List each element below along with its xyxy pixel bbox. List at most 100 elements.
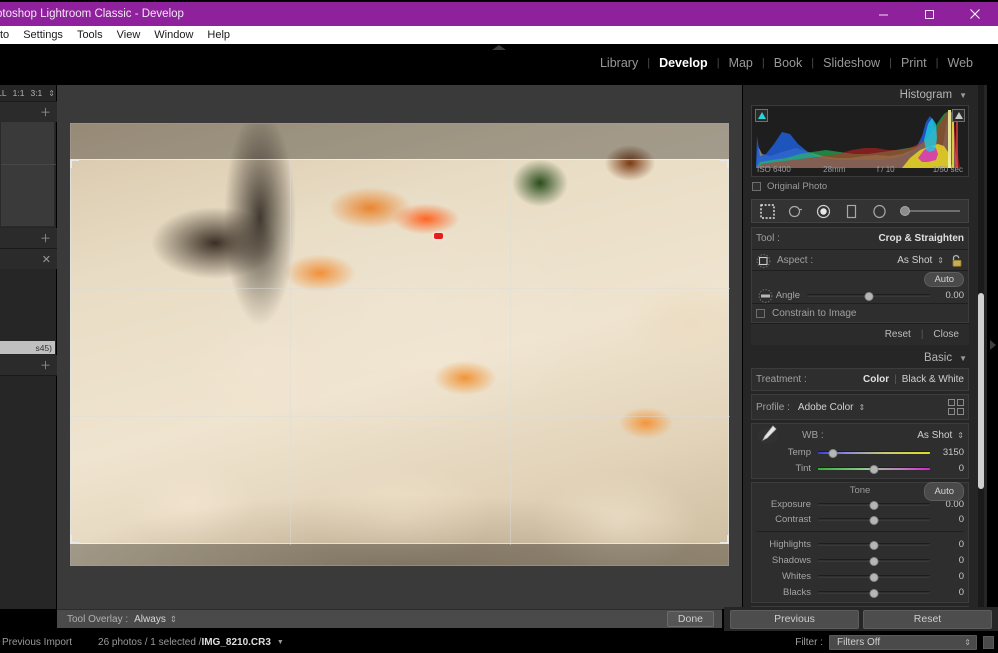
left-panel-header-snapshots[interactable]: ＋ — [0, 228, 57, 248]
crop-rectangle[interactable] — [70, 159, 730, 545]
chevron-down-icon[interactable]: ▼ — [959, 91, 967, 100]
crop-handle-top-left[interactable] — [70, 159, 72, 168]
reset-button[interactable]: Reset — [863, 609, 992, 629]
aspect-stepper-icon[interactable]: ⇕ — [937, 256, 944, 265]
status-source[interactable]: Previous Import — [0, 637, 72, 648]
whites-slider-knob[interactable] — [869, 572, 879, 582]
menu-item-view[interactable]: View — [110, 29, 148, 41]
temp-slider-knob[interactable] — [828, 448, 838, 458]
shadows-slider-knob[interactable] — [869, 556, 879, 566]
crop-frame-icon[interactable] — [756, 253, 771, 268]
crop-handle-bottom-left[interactable] — [70, 535, 72, 544]
minimize-button[interactable] — [860, 2, 906, 26]
tool-overlay-value[interactable]: Always — [134, 614, 166, 625]
left-panel-header-history[interactable]: ✕ — [0, 249, 57, 269]
zoom-stepper-icon[interactable]: ⇕ — [48, 89, 55, 98]
left-panel-header-presets[interactable]: ＋ — [0, 102, 57, 122]
module-print[interactable]: Print — [892, 56, 936, 70]
top-panel-toggle-arrow[interactable] — [492, 45, 506, 50]
wb-stepper-icon[interactable]: ⇕ — [957, 431, 964, 440]
clear-history-icon[interactable]: ✕ — [42, 253, 51, 266]
shadow-clipping-indicator[interactable] — [755, 109, 768, 122]
blacks-slider-track[interactable] — [818, 588, 930, 598]
tool-value[interactable]: Crop & Straighten — [878, 233, 964, 244]
wb-value[interactable]: As Shot — [917, 430, 952, 441]
filter-select[interactable]: Filters Off ⇕ — [829, 634, 977, 650]
previous-button[interactable]: Previous — [730, 609, 859, 629]
module-library[interactable]: Library — [591, 56, 647, 70]
menu-item-help[interactable]: Help — [200, 29, 237, 41]
image-canvas[interactable] — [57, 85, 742, 609]
exposure-slider-track[interactable] — [818, 500, 930, 510]
spot-removal-tool-icon[interactable] — [788, 204, 803, 219]
profile-value[interactable]: Adobe Color — [798, 402, 854, 413]
exposure-slider-knob[interactable] — [869, 500, 879, 510]
tint-slider-track[interactable] — [818, 464, 930, 474]
angle-slider-track[interactable] — [807, 291, 930, 301]
module-book[interactable]: Book — [765, 56, 812, 70]
crop-handle-top-right[interactable] — [727, 159, 729, 168]
crop-tool-icon[interactable] — [760, 203, 775, 219]
module-slideshow[interactable]: Slideshow — [814, 56, 889, 70]
add-preset-icon[interactable]: ＋ — [40, 104, 51, 120]
tool-overlay-stepper-icon[interactable]: ⇕ — [170, 614, 177, 625]
whites-slider-track[interactable] — [818, 572, 930, 582]
constrain-row[interactable]: Constrain to Image — [752, 303, 968, 322]
angle-auto-button[interactable]: Auto — [924, 271, 964, 287]
histogram-header[interactable]: Histogram ▼ — [743, 85, 977, 105]
menu-item-window[interactable]: Window — [147, 29, 200, 41]
graduated-filter-tool-icon[interactable] — [844, 204, 859, 219]
temp-slider-track[interactable] — [818, 448, 930, 458]
tint-slider-knob[interactable] — [869, 464, 879, 474]
left-panel-header-collections[interactable]: ＋ — [0, 355, 57, 375]
constrain-to-image-checkbox[interactable] — [756, 308, 765, 318]
profile-browser-icon[interactable] — [948, 399, 964, 415]
add-snapshot-icon[interactable]: ＋ — [40, 230, 51, 246]
straighten-tool-icon[interactable] — [758, 288, 773, 303]
filter-toggle-icon[interactable] — [983, 635, 994, 649]
menu-item-tools[interactable]: Tools — [70, 29, 110, 41]
highlights-slider-track[interactable] — [818, 540, 930, 550]
contrast-slider-track[interactable] — [818, 515, 930, 525]
radial-filter-tool-icon[interactable] — [872, 204, 887, 219]
menu-item-settings[interactable]: Settings — [16, 29, 70, 41]
right-panel-scrollbar[interactable] — [978, 293, 984, 489]
highlight-clipping-indicator[interactable] — [952, 109, 965, 122]
white-balance-eyedropper-icon[interactable] — [756, 423, 780, 447]
blacks-slider-knob[interactable] — [869, 588, 879, 598]
done-button[interactable]: Done — [666, 611, 714, 627]
zoom-3-1[interactable]: 3:1 — [30, 88, 42, 98]
right-panel-collapse-arrow[interactable] — [990, 340, 996, 350]
chevron-down-icon[interactable]: ▼ — [959, 354, 967, 363]
crop-close-button[interactable]: Close — [933, 329, 959, 340]
original-photo-row[interactable]: Original Photo — [743, 177, 977, 195]
shadows-slider-track[interactable] — [818, 556, 930, 566]
aspect-value[interactable]: As Shot — [897, 255, 932, 266]
treatment-bw-option[interactable]: Black & White — [902, 374, 964, 385]
tone-auto-button[interactable]: Auto — [924, 482, 964, 501]
zoom-1-1[interactable]: 1:1 — [13, 88, 25, 98]
histogram-graph[interactable]: ISO 6400 28mm f / 10 1/50 sec — [751, 105, 969, 177]
crop-reset-button[interactable]: Reset — [885, 329, 911, 340]
filter-stepper-icon[interactable]: ⇕ — [964, 638, 971, 647]
profile-stepper-icon[interactable]: ⇕ — [859, 403, 866, 412]
contrast-slider-knob[interactable] — [869, 515, 879, 525]
close-button[interactable] — [952, 2, 998, 26]
aspect-lock-open-icon[interactable] — [949, 254, 964, 267]
highlights-slider-knob[interactable] — [869, 540, 879, 550]
chevron-down-icon[interactable]: ▼ — [277, 639, 284, 646]
module-web[interactable]: Web — [939, 56, 982, 70]
module-develop[interactable]: Develop — [650, 56, 717, 70]
maximize-button[interactable] — [906, 2, 952, 26]
zoom-fill[interactable]: FILL — [0, 88, 7, 98]
red-eye-tool-icon[interactable] — [816, 204, 831, 219]
preset-list-box[interactable] — [0, 121, 56, 227]
module-map[interactable]: Map — [720, 56, 762, 70]
original-photo-checkbox[interactable] — [752, 181, 761, 191]
add-collection-icon[interactable]: ＋ — [40, 357, 51, 373]
angle-slider-knob[interactable] — [864, 291, 873, 301]
history-selected-item[interactable]: s45) — [0, 341, 55, 354]
crop-handle-bottom-right[interactable] — [727, 535, 729, 544]
basic-panel-header[interactable]: Basic ▼ — [743, 348, 977, 368]
tool-size-slider[interactable] — [900, 206, 960, 216]
